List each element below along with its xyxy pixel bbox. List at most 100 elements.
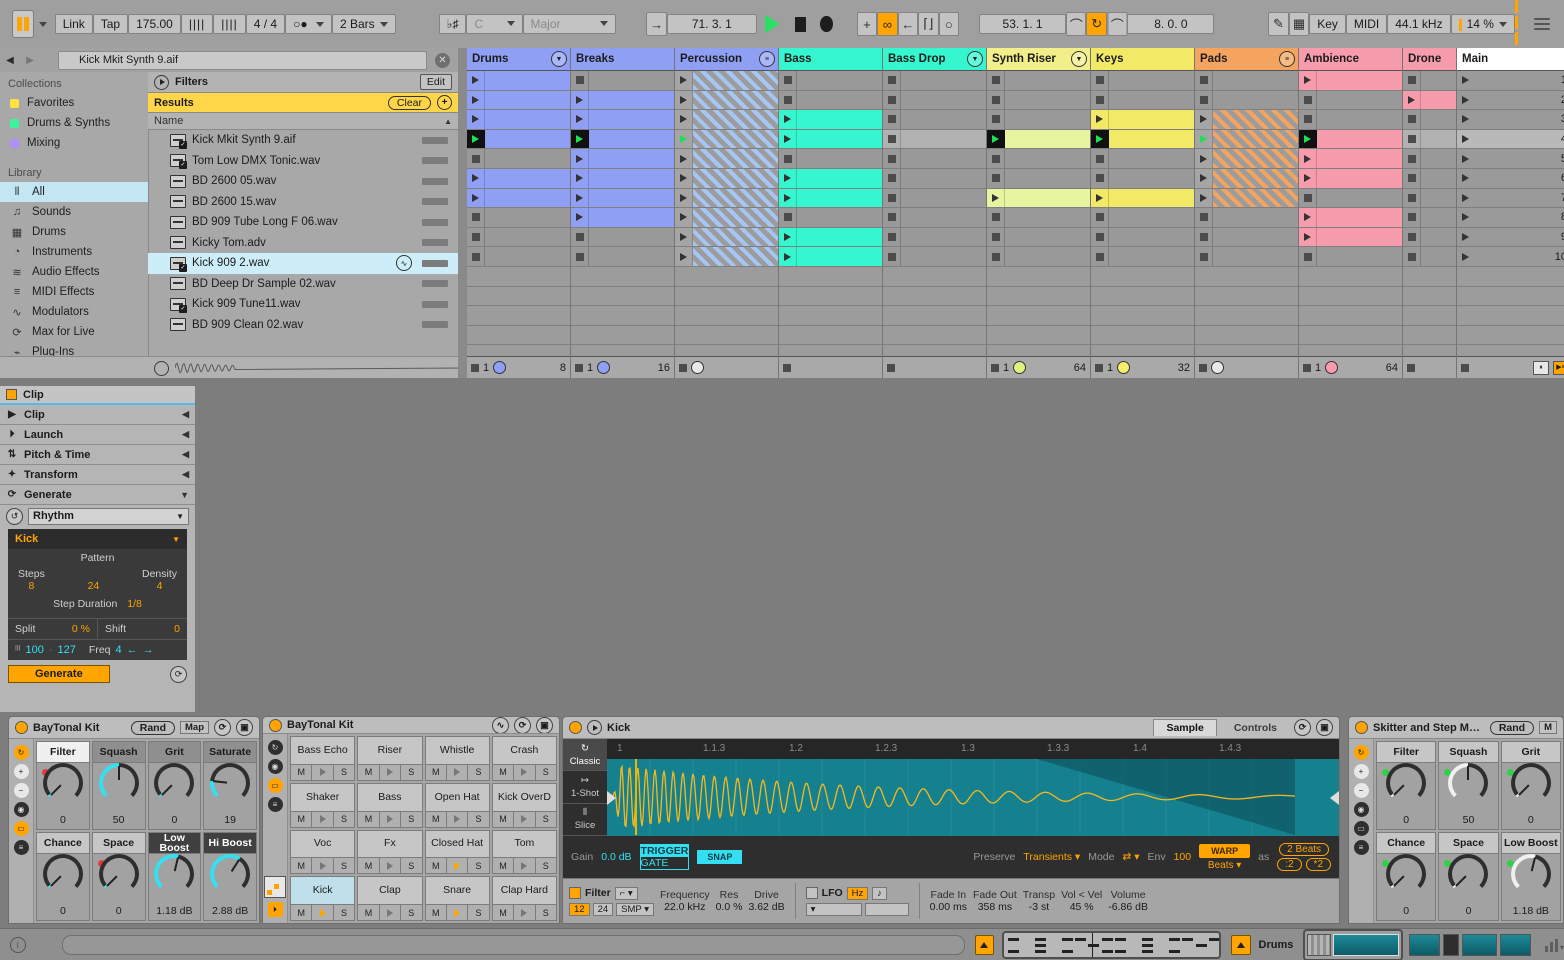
file-row[interactable]: Kick 909 2.wav ∿	[148, 253, 458, 274]
show-device-view-button[interactable]	[1231, 935, 1251, 955]
follow-button[interactable]: →	[646, 12, 667, 36]
browser-forward-button[interactable]: ▶	[20, 51, 40, 69]
clip-launch-button[interactable]	[675, 208, 693, 227]
knob[interactable]	[1448, 763, 1489, 803]
macro-filter[interactable]: Filter 0	[36, 741, 90, 830]
knob[interactable]	[1386, 854, 1427, 894]
track-header[interactable]: Bass Drop ▼	[883, 48, 986, 71]
clip-launch-button[interactable]	[571, 110, 589, 129]
clip-slot[interactable]	[571, 208, 674, 228]
clip-slot[interactable]	[1403, 71, 1456, 91]
results-clear-button[interactable]: Clear	[387, 95, 431, 110]
track-status-footer[interactable]: ⏸ ▶≡	[1457, 356, 1564, 378]
clip-slot[interactable]	[1195, 168, 1298, 189]
clip-slot[interactable]	[1299, 168, 1402, 189]
velocity-max[interactable]: 127	[58, 644, 76, 656]
file-row[interactable]: Kick Mkit Synth 9.aif	[148, 130, 458, 151]
clip-launch-button[interactable]	[883, 110, 901, 129]
empty-slot[interactable]	[467, 306, 570, 326]
pad-play-button[interactable]	[446, 858, 469, 874]
drum-pad-kick[interactable]: Kick M S	[290, 876, 356, 921]
track-header[interactable]: Drums ▼	[467, 48, 570, 71]
clip-launch-button[interactable]	[675, 227, 693, 247]
trigger-gate-switch[interactable]: TRIGGER GATE	[639, 844, 690, 870]
lfo-rate-field[interactable]	[864, 902, 909, 916]
drum-pad-riser[interactable]: Riser M S	[357, 736, 423, 781]
collection-item-drums-synths[interactable]: Drums & Synths	[0, 113, 148, 133]
drum-pad-tom[interactable]: Tom M S	[491, 829, 557, 875]
snap-button[interactable]: SNAP	[697, 850, 743, 864]
stop-button[interactable]	[794, 16, 807, 32]
track-status-footer[interactable]: 1 64	[1299, 356, 1402, 378]
clip-slot[interactable]	[571, 90, 674, 111]
clip-slot[interactable]	[1091, 227, 1194, 248]
clip-slot[interactable]	[1195, 247, 1298, 267]
show-chains-icon[interactable]: ◉	[1353, 802, 1369, 817]
clip-slot[interactable]	[571, 71, 674, 91]
clip-slot[interactable]	[883, 90, 986, 111]
sidebar-item-sounds[interactable]: ♫ Sounds	[0, 202, 148, 222]
clip-launch-button[interactable]	[1403, 208, 1421, 227]
pad-mute-button[interactable]: M	[291, 905, 313, 920]
freq-right-arrow-icon[interactable]: →	[143, 644, 154, 656]
clip-launch-button[interactable]	[1299, 247, 1317, 266]
section-arrow-icon[interactable]: ◀	[182, 449, 189, 460]
quantize-menu[interactable]: 2 Bars	[331, 14, 396, 34]
drum-pad-kick-overd[interactable]: Kick OverD M S	[491, 782, 557, 828]
pad-mute-button[interactable]: M	[492, 811, 515, 827]
show-macros-icon[interactable]: ▭	[1353, 821, 1369, 836]
pad-solo-button[interactable]: S	[333, 811, 355, 827]
empty-slot[interactable]	[1195, 306, 1298, 326]
punch-out-button[interactable]: ⌒	[1106, 12, 1128, 36]
track-dropdown-icon[interactable]: ▼	[551, 51, 567, 67]
device-chain-overview[interactable]	[1303, 929, 1404, 960]
pad-solo-button[interactable]: S	[535, 811, 557, 827]
filter-slope-24[interactable]: 24	[592, 902, 614, 916]
key-root-select[interactable]: C	[466, 14, 523, 34]
clip-launch-button[interactable]	[467, 168, 485, 188]
pad-solo-button[interactable]: S	[535, 905, 557, 920]
drum-pad-whistle[interactable]: Whistle M S	[424, 736, 490, 781]
clip-slot[interactable]	[987, 110, 1090, 130]
warp-button[interactable]: WARP	[1199, 843, 1251, 858]
pad-play-button[interactable]	[514, 905, 536, 920]
map-button[interactable]: Map	[180, 721, 209, 734]
clip-slot[interactable]	[883, 227, 986, 248]
knob[interactable]	[1386, 763, 1427, 803]
macro-space[interactable]: Space 0	[91, 832, 146, 921]
clip-launch-button[interactable]	[1299, 129, 1317, 149]
capture-midi-button[interactable]: ○	[938, 12, 960, 36]
clip-launch-button[interactable]	[1299, 208, 1317, 227]
show-clip-view-button[interactable]	[974, 935, 994, 955]
device-thumb[interactable]	[1499, 934, 1531, 956]
clip-launch-button[interactable]	[467, 149, 485, 168]
filter-toggle[interactable]	[569, 887, 581, 899]
clip-launch-button[interactable]	[675, 110, 693, 129]
device-expand-icon[interactable]	[587, 720, 602, 735]
empty-slot[interactable]	[675, 325, 778, 346]
device-baytonal-drumrack[interactable]: BayTonal Kit ∿ ⟳ ▣ ↻ ◉ ▭ ≡ ⏵ Bass Echo M…	[262, 716, 560, 924]
pad-minimap[interactable]	[264, 876, 286, 898]
track-stop-icon[interactable]	[575, 363, 583, 372]
scene-slot[interactable]: 1	[1457, 71, 1564, 91]
macro-variations-icon[interactable]: ↻	[13, 745, 29, 760]
arrangement-position-field[interactable]: 71. 3. 1	[666, 14, 757, 34]
draw-mode-button[interactable]: ✎	[1268, 12, 1289, 36]
empty-slot[interactable]	[1195, 325, 1298, 346]
clip-slot[interactable]	[1299, 71, 1402, 91]
clip-slot[interactable]	[883, 71, 986, 91]
empty-slot[interactable]	[1299, 286, 1402, 307]
file-row[interactable]: Kick 909 Tune 11.wav	[148, 335, 458, 336]
knob[interactable]	[1510, 854, 1551, 894]
track-stop-icon[interactable]	[679, 363, 687, 372]
clip-launch-button[interactable]	[883, 188, 901, 208]
clip-launch-button[interactable]	[883, 90, 901, 110]
lfo-hz-button[interactable]: Hz	[846, 886, 869, 900]
device-power-button[interactable]	[269, 718, 282, 732]
clip-slot[interactable]	[571, 227, 674, 248]
clip-slot[interactable]	[1403, 149, 1456, 169]
clip-slot[interactable]	[883, 129, 986, 150]
empty-slot[interactable]	[571, 306, 674, 326]
mode-slice[interactable]: ⫴ Slice	[563, 804, 607, 836]
track-header[interactable]: Percussion ≡	[675, 48, 778, 71]
